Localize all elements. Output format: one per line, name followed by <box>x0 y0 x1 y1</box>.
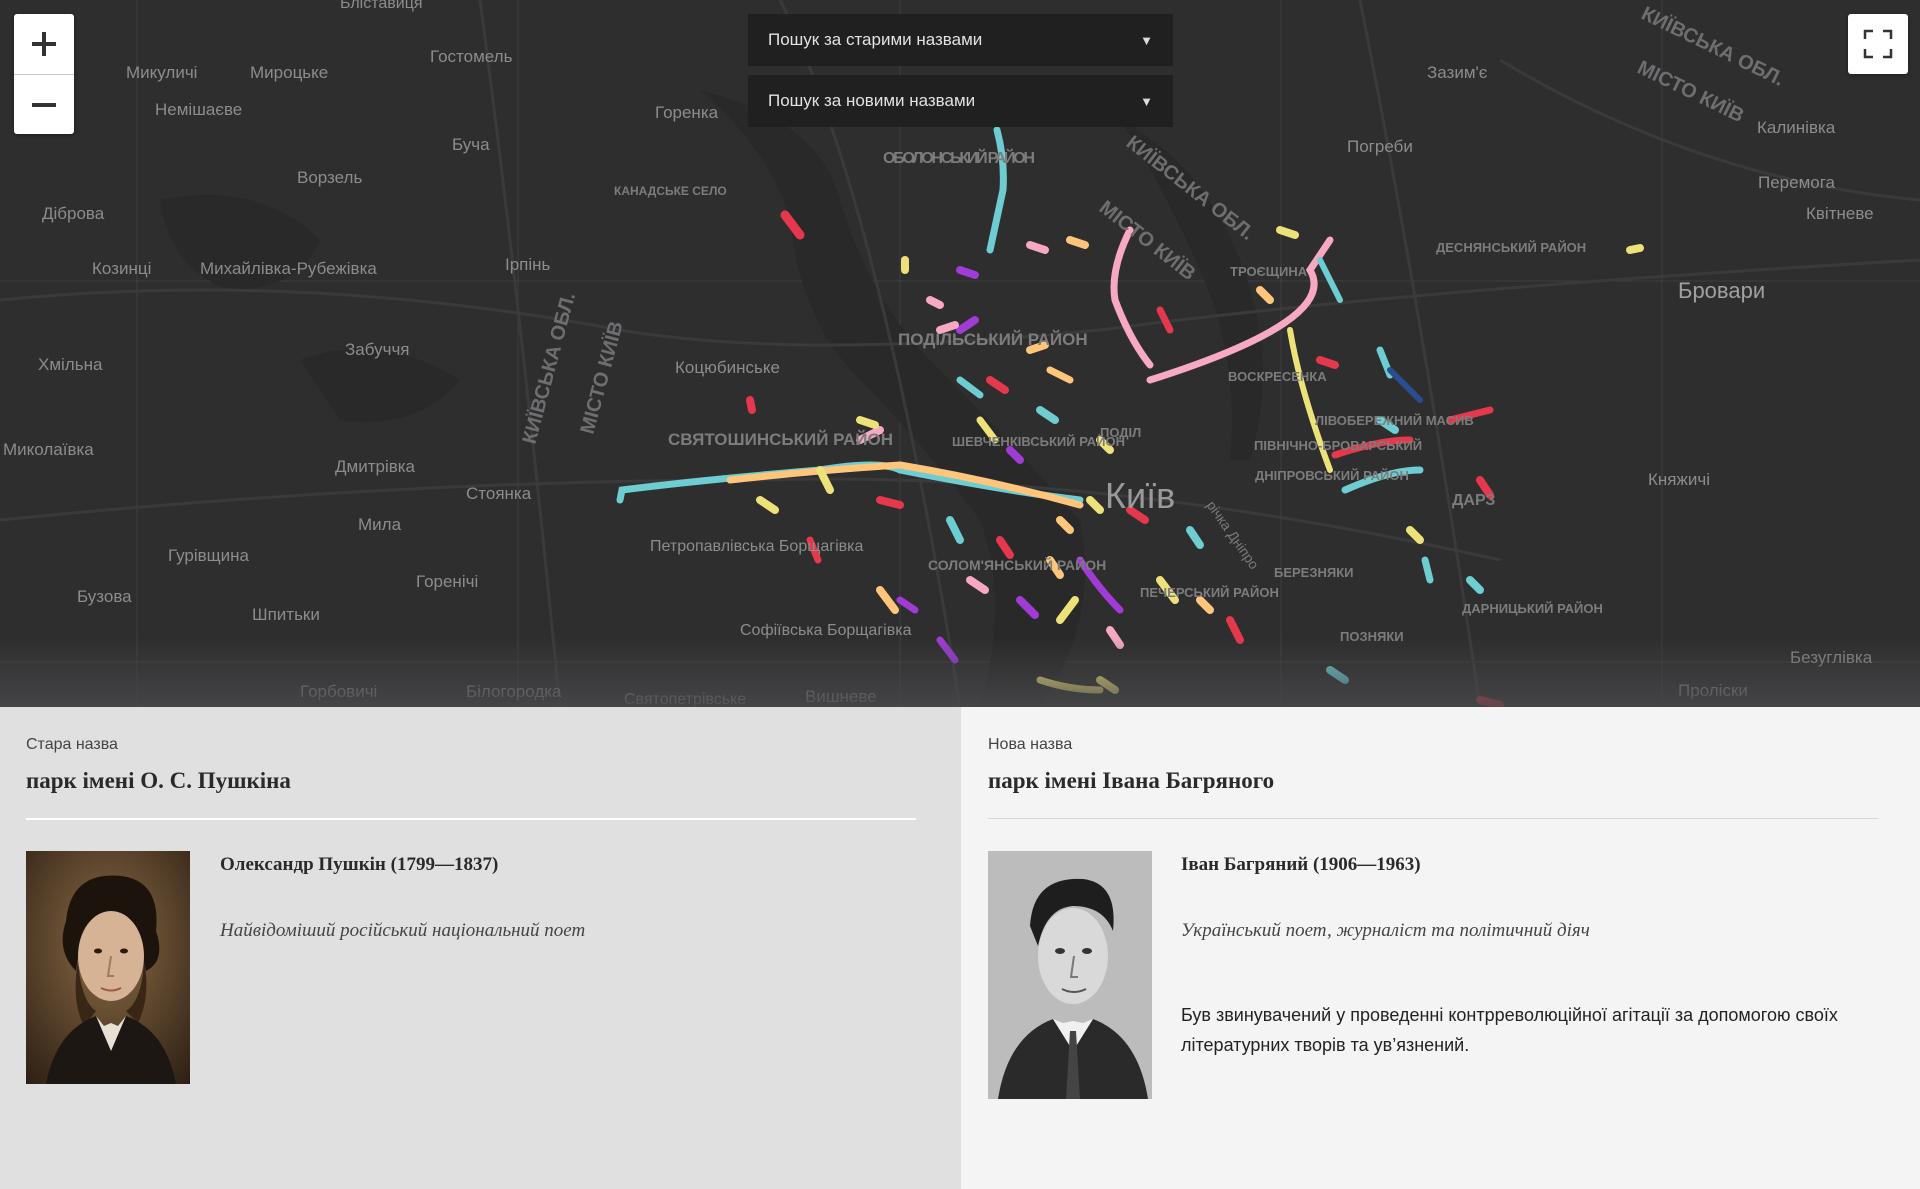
street-segment[interactable] <box>986 126 1007 254</box>
place-label: Зазим'є <box>1427 63 1488 82</box>
place-label: Шпитьки <box>252 605 320 624</box>
new-name-title: парк імені Івана Багряного <box>988 768 1275 793</box>
place-label: Бузова <box>77 587 132 606</box>
new-person-bio: Був звинувачений у проведенні контрревол… <box>1181 1005 1838 1055</box>
place-label: Михайлівка-Рубежівка <box>200 259 377 278</box>
street-segment[interactable] <box>1156 306 1174 334</box>
street-segment[interactable] <box>1421 556 1434 584</box>
place-label: Княжичі <box>1648 470 1710 489</box>
place-label: Проліски <box>1678 681 1748 700</box>
place-label: Коцюбинське <box>675 358 780 377</box>
zoom-in-button[interactable] <box>14 14 74 74</box>
district-label: ПІВНІЧНО-БРОВАРСЬКИЙ <box>1254 438 1422 453</box>
new-person-name: Іван Багряний (1906—1963) <box>1181 854 1421 875</box>
search-new-names-select[interactable]: Пошук за новими назвами ▼ <box>748 75 1173 127</box>
place-label: Діброва <box>42 204 105 223</box>
street-segment[interactable] <box>1046 366 1074 384</box>
minus-icon <box>32 103 56 107</box>
district-label: СВЯТОШИНСЬКИЙ РАЙОН <box>668 430 893 449</box>
place-label: Бліставиця <box>340 0 423 12</box>
street-segment[interactable] <box>956 376 984 399</box>
street-segment[interactable] <box>1317 257 1343 303</box>
caret-down-icon: ▼ <box>1140 93 1153 109</box>
map[interactable]: Бліставиця Гостомель Микуличі Мироцьке Н… <box>0 0 1920 707</box>
city-label: Київ <box>1105 475 1175 516</box>
place-label: Калинівка <box>1757 118 1836 137</box>
place-label: Софіївська Борщагівка <box>740 622 912 639</box>
district-label: ОБОЛОНСЬКИЙ РАЙОН <box>883 148 1035 167</box>
zoom-control <box>14 14 74 134</box>
place-label: Петропавлівська Борщагівка <box>650 538 864 555</box>
search-old-names-select[interactable]: Пошук за старими назвами ▼ <box>748 14 1173 66</box>
place-label: Вишневе <box>805 687 877 706</box>
place-label: Буча <box>452 135 490 154</box>
old-name-label: Стара назва <box>26 736 118 753</box>
place-label: Перемога <box>1758 173 1836 192</box>
district-label: ПЕЧЕРСЬКИЙ РАЙОН <box>1140 585 1279 600</box>
district-label: ВОСКРЕСЕНКА <box>1228 369 1327 384</box>
place-label: Безуглівка <box>1790 648 1873 667</box>
place-label: Погреби <box>1347 137 1413 156</box>
old-person-description: Найвідоміший російський національний пое… <box>220 920 586 941</box>
zoom-out-button[interactable] <box>14 74 74 135</box>
search-old-names-label: Пошук за старими назвами <box>768 30 983 49</box>
street-segment[interactable] <box>1626 244 1644 254</box>
place-label: Миколаївка <box>3 440 94 459</box>
place-label: Горенічі <box>416 572 478 591</box>
street-segment[interactable] <box>1387 367 1423 403</box>
place-label: Білогородка <box>466 682 562 701</box>
district-label: ДАРНИЦЬКИЙ РАЙОН <box>1462 601 1603 616</box>
new-name-label: Нова назва <box>988 736 1073 753</box>
district-label: КАНАДСЬКЕ СЕЛО <box>614 184 727 198</box>
caret-down-icon: ▼ <box>1140 32 1153 48</box>
fullscreen-button[interactable] <box>1848 14 1908 74</box>
new-name-divider <box>988 818 1878 819</box>
place-label: Забуччя <box>345 340 410 359</box>
pushkin-portrait <box>26 851 190 1084</box>
place-label: Святопетрівське <box>624 691 746 707</box>
region-label: МІСТО КИЇВ <box>576 319 628 437</box>
place-label: Дмитрівка <box>335 457 416 476</box>
bahrianyi-portrait <box>988 851 1152 1099</box>
place-label: Горбовичі <box>300 682 377 701</box>
district-label: ДАРЗ <box>1452 492 1495 509</box>
district-label: СОЛОМ'ЯНСЬКИЙ РАЙОН <box>928 556 1106 573</box>
place-label: Ірпінь <box>505 255 551 274</box>
fullscreen-icon <box>1863 29 1893 59</box>
old-name-divider <box>26 818 916 820</box>
district-label: ПОДІЛ <box>1100 425 1141 440</box>
search-new-names-label: Пошук за новими назвами <box>768 91 976 110</box>
place-label: Гостомель <box>430 47 513 66</box>
place-label: Козинці <box>92 259 151 278</box>
district-label: ЛІВОБЕРЕЖНИЙ МАСИВ <box>1315 413 1474 428</box>
district-label: ПОДІЛЬСЬКИЙ РАЙОН <box>898 330 1088 349</box>
new-person-description: Український поет, журналіст та політични… <box>1181 920 1590 941</box>
old-person-name: Олександр Пушкін (1799—1837) <box>220 854 499 875</box>
district-label: БЕРЕЗНЯКИ <box>1274 565 1354 580</box>
street-segment[interactable] <box>936 636 959 664</box>
place-label: Мила <box>358 515 402 534</box>
place-label: Хмільна <box>38 355 103 374</box>
district-label: ТРОЄЩИНА <box>1230 264 1308 279</box>
place-label: Бровари <box>1678 278 1765 303</box>
place-label: Микуличі <box>126 63 197 82</box>
place-label: Ворзель <box>297 168 362 187</box>
old-name-title: парк імені О. С. Пушкіна <box>26 768 291 793</box>
plus-icon <box>32 32 56 56</box>
place-label: Мироцьке <box>250 63 328 82</box>
place-label: Горенка <box>655 103 719 122</box>
district-label: ДЕСНЯНСЬКИЙ РАЙОН <box>1436 240 1586 255</box>
place-label: Немішаєве <box>155 100 242 119</box>
place-label: Стоянка <box>466 484 532 503</box>
place-label: Гурівщина <box>168 546 250 565</box>
place-label: Квітневе <box>1806 204 1874 223</box>
district-label: ПОЗНЯКИ <box>1340 629 1404 644</box>
district-label: ДНІПРОВСЬКИЙ РАЙОН <box>1255 468 1409 483</box>
street-segment[interactable] <box>896 596 919 614</box>
